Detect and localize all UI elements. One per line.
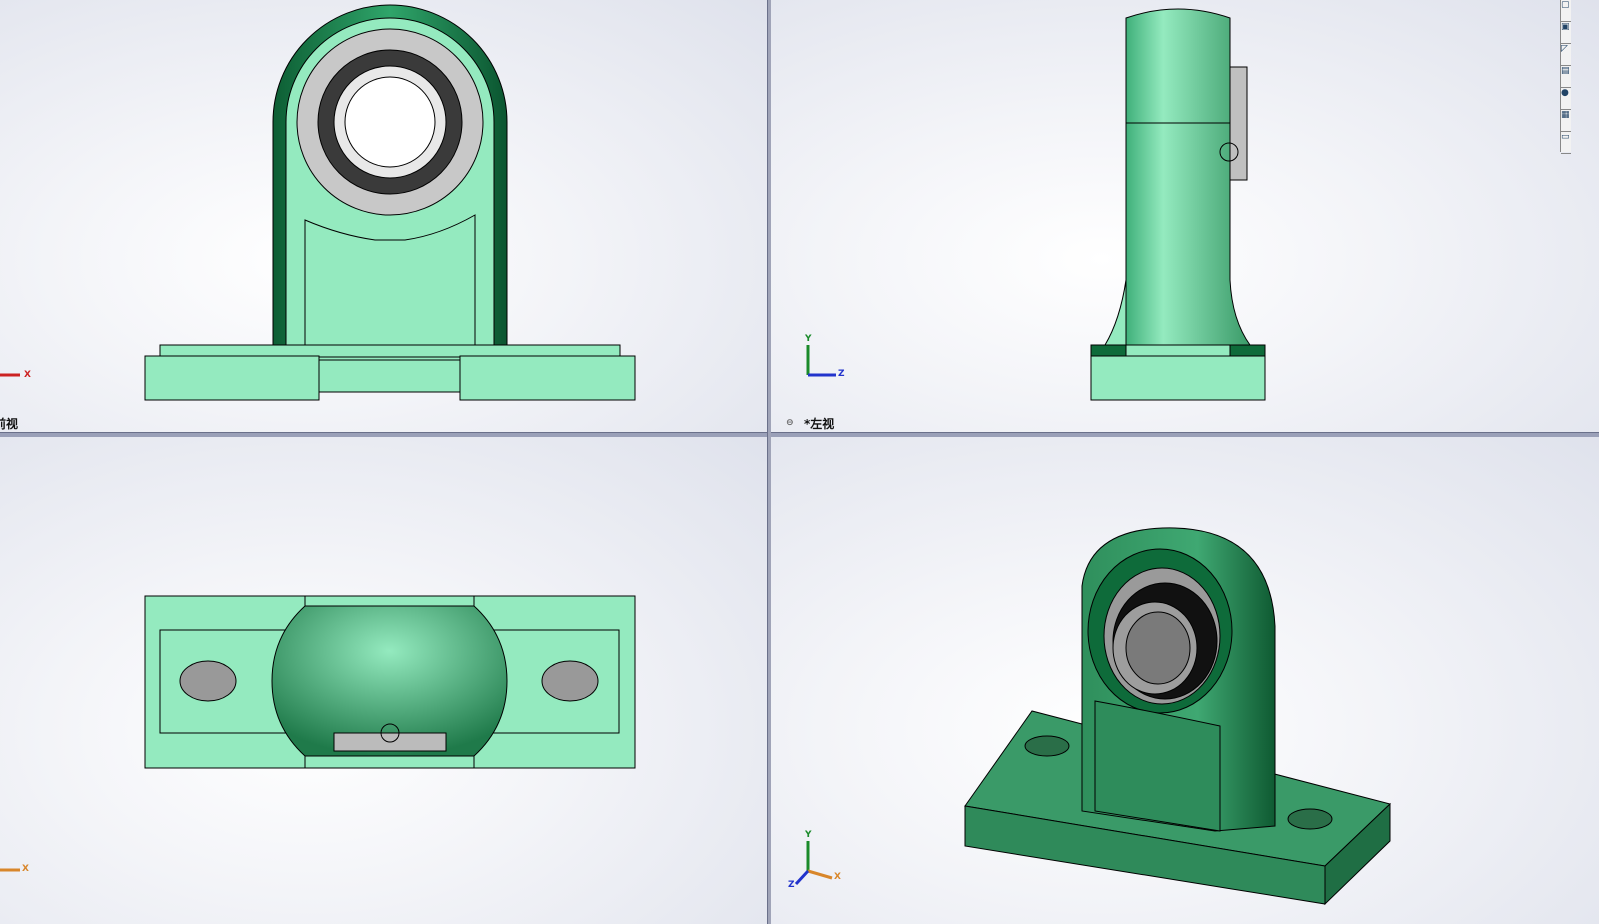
- axis-x-label: X: [834, 872, 841, 882]
- viewport-front[interactable]: X 前视: [0, 0, 767, 432]
- edit-icon[interactable]: ◸: [1561, 44, 1571, 66]
- view-label-left: *左视: [804, 417, 835, 431]
- isometric-view-model: [794, 527, 1391, 906]
- axis-z-label: Z: [788, 880, 795, 890]
- viewport-vertical-splitter[interactable]: [767, 0, 771, 924]
- scene-icon[interactable]: ▦: [1561, 110, 1571, 132]
- left-view-model: [806, 8, 1266, 401]
- view-label-front: 前视: [0, 417, 19, 431]
- viewport-top[interactable]: X: [0, 436, 767, 924]
- comment-icon[interactable]: ▭: [1561, 132, 1571, 154]
- axis-y-label: Y: [805, 334, 812, 344]
- display-icon[interactable]: ▤: [1561, 66, 1571, 88]
- axis-triad: [794, 841, 833, 886]
- viewport-horizontal-splitter[interactable]: [0, 432, 1599, 437]
- axis-z-label: Z: [838, 369, 845, 379]
- top-view-model: [0, 595, 636, 872]
- axis-y-label: Y: [805, 830, 812, 840]
- viewport-isometric[interactable]: Y X Z: [770, 436, 1599, 924]
- heads-up-toolbar: ▢ ▣ ◸ ▤ ● ▦ ▭: [1560, 0, 1571, 154]
- axis-x-label: X: [22, 864, 29, 874]
- axis-x-label: X: [24, 370, 31, 380]
- view-icon[interactable]: ▢: [1561, 0, 1571, 22]
- appearance-icon[interactable]: ●: [1561, 88, 1571, 110]
- section-icon[interactable]: ▣: [1561, 22, 1571, 44]
- link-view-icon[interactable]: ⊖: [786, 418, 794, 428]
- viewport-left[interactable]: Y Z ⊖ *左视: [770, 0, 1599, 432]
- front-view-model: [0, 4, 636, 401]
- axis-triad: [806, 345, 836, 377]
